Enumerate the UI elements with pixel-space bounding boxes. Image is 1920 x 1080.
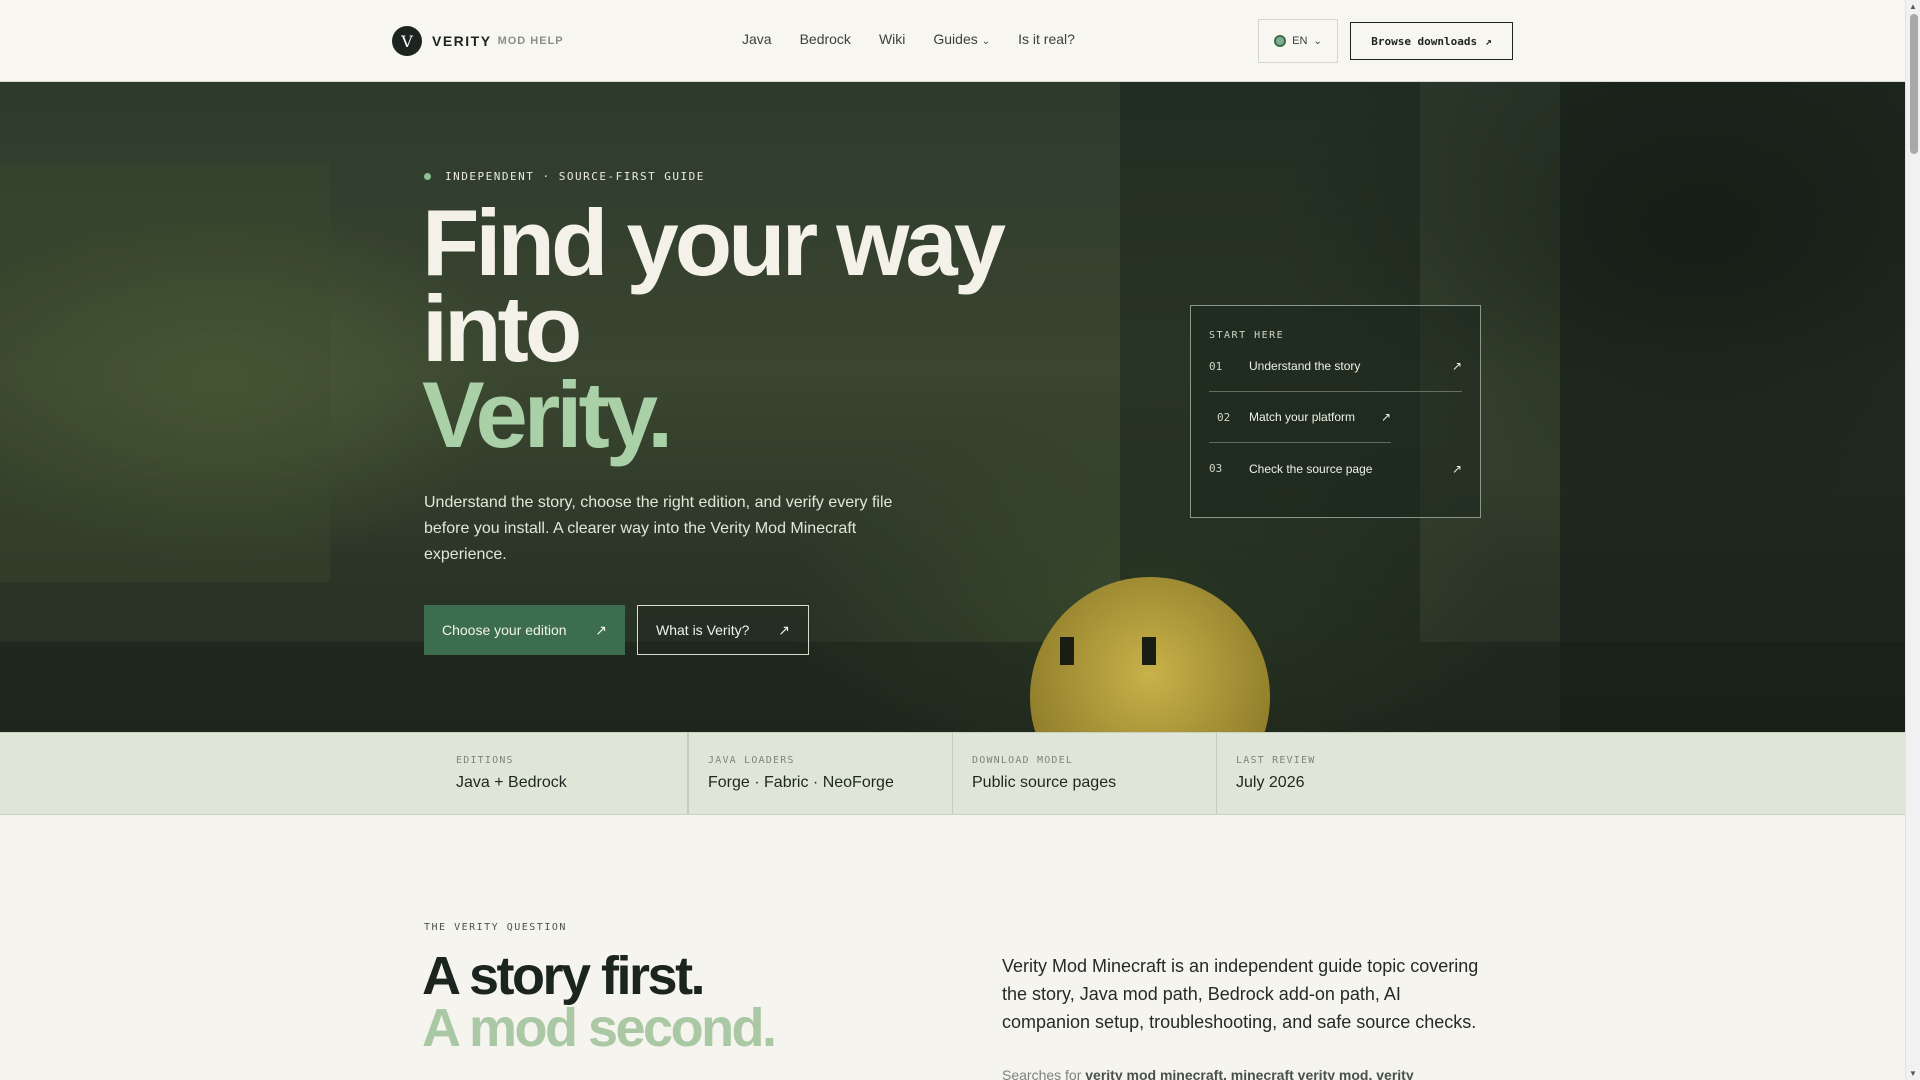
status-dot-icon: [424, 173, 431, 180]
hero-copy: Understand the story, choose the right e…: [424, 494, 893, 563]
start-item-label: Match your platform: [1249, 410, 1356, 424]
start-item-number: 01: [1209, 359, 1223, 373]
chevron-down-icon: ⌄: [981, 36, 991, 47]
start-here-title: START HERE: [1209, 330, 1285, 341]
nav-java[interactable]: Java: [742, 31, 772, 47]
stat-download-model: DOWNLOAD MODEL Public source pages: [953, 733, 1217, 814]
question-copy: Verity Mod Minecraft is an independent g…: [1002, 956, 1479, 1032]
stat-value: Public source pages: [972, 774, 1117, 791]
stats-strip: EDITIONS Java + Bedrock JAVA LOADERS For…: [0, 732, 1905, 815]
arrow-up-right-icon: ↗: [595, 621, 607, 638]
hero-title-line2: into: [422, 276, 582, 381]
question-searches: Searches for verity mod minecraft, minec…: [1002, 1067, 1492, 1080]
searches-prefix: Searches for: [1002, 1067, 1082, 1080]
nav-guides-label: Guides: [933, 31, 978, 47]
stat-value: Java + Bedrock: [456, 774, 567, 791]
scroll-up-icon[interactable]: ▲: [1909, 2, 1917, 11]
hero-eyebrow: INDEPENDENT · SOURCE-FIRST GUIDE: [424, 170, 705, 183]
arrow-up-right-icon: ↗: [778, 621, 790, 638]
start-item[interactable]: 02 Match your platform ↗: [1209, 392, 1391, 443]
start-item-number: 03: [1209, 462, 1223, 475]
arrow-up-right-icon: ↗: [1485, 34, 1492, 48]
voxel-tree: [0, 162, 330, 582]
sun-eye: [1060, 637, 1074, 665]
start-here-card: START HERE 01 Understand the story ↗ 02 …: [1190, 305, 1481, 518]
stat-label: LAST REVIEW: [1236, 755, 1316, 766]
voxel-tower: [1560, 82, 1905, 732]
start-item-label: Check the source page: [1249, 461, 1373, 476]
arrow-up-right-icon: ↗: [1380, 410, 1391, 424]
logo-name: VERITY: [432, 33, 492, 49]
sun-eye: [1142, 637, 1156, 665]
choose-edition-label: Choose your edition: [442, 622, 567, 638]
start-item-number: 02: [1217, 410, 1231, 424]
hero-title-accent: Verity.: [422, 362, 673, 467]
main-nav: Java Bedrock Wiki Guides ⌄ Is it real?: [742, 31, 1103, 47]
stat-java-loaders: JAVA LOADERS Forge · Fabric · NeoForge: [689, 733, 953, 814]
logo-sub: MOD HELP: [497, 35, 564, 47]
choose-edition-button[interactable]: Choose your edition ↗: [424, 605, 625, 655]
nav-bedrock[interactable]: Bedrock: [800, 31, 851, 47]
nav-wiki[interactable]: Wiki: [879, 31, 905, 47]
arrow-up-right-icon: ↗: [1451, 461, 1462, 476]
start-item[interactable]: 01 Understand the story ↗: [1209, 341, 1462, 392]
hero-section: INDEPENDENT · SOURCE-FIRST GUIDE Find yo…: [0, 82, 1905, 732]
browse-downloads-label: Browse downloads: [1371, 34, 1478, 48]
start-item[interactable]: 03 Check the source page ↗: [1209, 443, 1462, 494]
stat-label: DOWNLOAD MODEL: [972, 755, 1074, 766]
what-is-verity-label: What is Verity?: [656, 622, 750, 638]
scroll-down-icon[interactable]: ▼: [1909, 1069, 1917, 1078]
language-select[interactable]: EN ⌄: [1258, 19, 1338, 63]
chevron-down-icon: ⌄: [1313, 35, 1322, 47]
nav-guides[interactable]: Guides ⌄: [933, 31, 990, 47]
what-is-verity-button[interactable]: What is Verity? ↗: [637, 605, 809, 655]
site-header: V VERITY MOD HELP Java Bedrock Wiki Guid…: [0, 0, 1905, 82]
stat-last-review: LAST REVIEW July 2026: [1217, 733, 1481, 814]
stat-label: JAVA LOADERS: [708, 755, 795, 766]
question-eyebrow: THE VERITY QUESTION: [424, 922, 567, 933]
stat-label: EDITIONS: [456, 755, 514, 766]
hero-title-line1: Find your way: [422, 190, 1006, 295]
page-scrollbar[interactable]: ▲ ▼: [1905, 0, 1920, 1080]
browse-downloads-button[interactable]: Browse downloads ↗: [1350, 22, 1513, 60]
scrollbar-thumb[interactable]: [1910, 14, 1918, 154]
start-item-label: Understand the story: [1249, 359, 1361, 373]
stat-divider: [688, 733, 689, 814]
arrow-up-right-icon: ↗: [1451, 359, 1462, 373]
logo-badge: V: [392, 26, 422, 56]
voxel-ground: [0, 642, 1905, 732]
question-title-line2: A mod second.: [422, 998, 777, 1058]
hero-eyebrow-text: INDEPENDENT · SOURCE-FIRST GUIDE: [445, 170, 705, 183]
nav-is-it-real[interactable]: Is it real?: [1018, 31, 1075, 47]
stat-value: Forge · Fabric · NeoForge: [708, 774, 894, 791]
hero-title: Find your way into Verity.: [422, 190, 1006, 467]
stat-editions: EDITIONS Java + Bedrock: [424, 733, 688, 814]
searches-terms: verity mod minecraft, minecraft verity m…: [1085, 1067, 1414, 1080]
stat-value: July 2026: [1236, 774, 1305, 791]
question-title: A story first. A mod second.: [422, 946, 777, 1058]
logo[interactable]: V VERITY MOD HELP: [392, 26, 564, 56]
globe-icon: [1274, 35, 1287, 47]
language-label: EN: [1292, 35, 1308, 47]
question-title-line1: A story first.: [422, 946, 706, 1006]
